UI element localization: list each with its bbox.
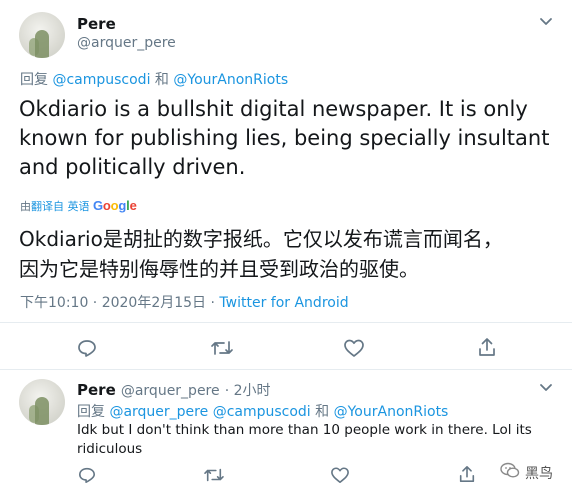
avatar-image-detail	[35, 30, 49, 58]
reply-context: 回复 @arquer_pere @campuscodi 和 @YourAnonR…	[77, 401, 448, 421]
reply-context: 回复 @campuscodi 和 @YourAnonRiots	[20, 69, 288, 89]
avatar[interactable]	[19, 12, 65, 58]
google-logo: Google	[93, 198, 137, 213]
author-name[interactable]: Pere	[77, 15, 116, 33]
divider	[0, 369, 572, 370]
mention-link[interactable]: @arquer_pere	[109, 404, 208, 420]
share-icon[interactable]	[458, 465, 476, 483]
reply-header: Pere @arquer_pere · 2小时	[77, 380, 271, 400]
chevron-down-icon[interactable]	[539, 17, 553, 27]
tweet-meta: 下午10:10 · 2020年2月15日 · Twitter for Andro…	[20, 292, 349, 312]
tweet-text: Okdiario is a bullshit digital newspaper…	[19, 95, 549, 182]
mention-link[interactable]: @campuscodi	[52, 72, 150, 88]
wechat-icon	[500, 462, 520, 483]
share-icon[interactable]	[477, 337, 497, 357]
timestamp[interactable]: 下午10:10 · 2020年2月15日 ·	[20, 295, 219, 311]
tweet-text-line: known for publishing lies, being special…	[19, 126, 550, 150]
timestamp[interactable]: · 2小时	[225, 383, 271, 399]
translation-attribution: 由翻译自 英语 Google	[20, 198, 137, 214]
tweet-text: Idk but I don't think than more than 10 …	[77, 421, 532, 459]
author-handle[interactable]: @arquer_pere	[121, 383, 220, 399]
avatar-image-detail	[35, 397, 49, 425]
like-icon[interactable]	[330, 466, 350, 484]
retweet-icon[interactable]	[203, 466, 225, 484]
tweet-text-line: Idk but I don't think than more than 10 …	[77, 422, 532, 438]
avatar[interactable]	[19, 379, 65, 425]
mention-link[interactable]: @campuscodi	[213, 404, 311, 420]
chevron-down-icon[interactable]	[539, 383, 553, 393]
translated-text: Okdiario是胡扯的数字报纸。它仅以发布谎言而闻名， 因为它是特别侮辱性的并…	[19, 224, 503, 284]
reply-prefix: 回复	[20, 72, 48, 88]
tweet-text-line: ridiculous	[77, 441, 143, 457]
mention-link[interactable]: @YourAnonRiots	[334, 404, 449, 420]
translated-text-line: Okdiario是胡扯的数字报纸。它仅以发布谎言而闻名，	[19, 227, 503, 251]
reply-icon[interactable]	[78, 466, 96, 484]
author-handle[interactable]: @arquer_pere	[77, 35, 176, 51]
reply-join: 和	[154, 72, 169, 88]
reply-join: 和	[315, 404, 330, 420]
watermark-text: 黑鸟	[525, 465, 553, 482]
translate-by-label: 由	[20, 200, 31, 213]
mention-link[interactable]: @YourAnonRiots	[173, 72, 288, 88]
tweet-text-line: Okdiario is a bullshit digital newspaper…	[19, 97, 528, 121]
retweet-icon[interactable]	[210, 338, 234, 358]
divider	[0, 322, 572, 323]
tweet-text-line: and politically driven.	[19, 155, 246, 179]
like-icon[interactable]	[343, 338, 365, 358]
translated-text-line: 因为它是特别侮辱性的并且受到政治的驱使。	[19, 257, 419, 281]
author-name[interactable]: Pere	[77, 381, 116, 399]
watermark: 黑鸟	[500, 462, 553, 483]
reply-icon[interactable]	[77, 338, 97, 358]
reply-prefix: 回复	[77, 404, 105, 420]
translate-link[interactable]: 翻译自 英语	[31, 200, 90, 213]
source-link[interactable]: Twitter for Android	[219, 295, 348, 311]
